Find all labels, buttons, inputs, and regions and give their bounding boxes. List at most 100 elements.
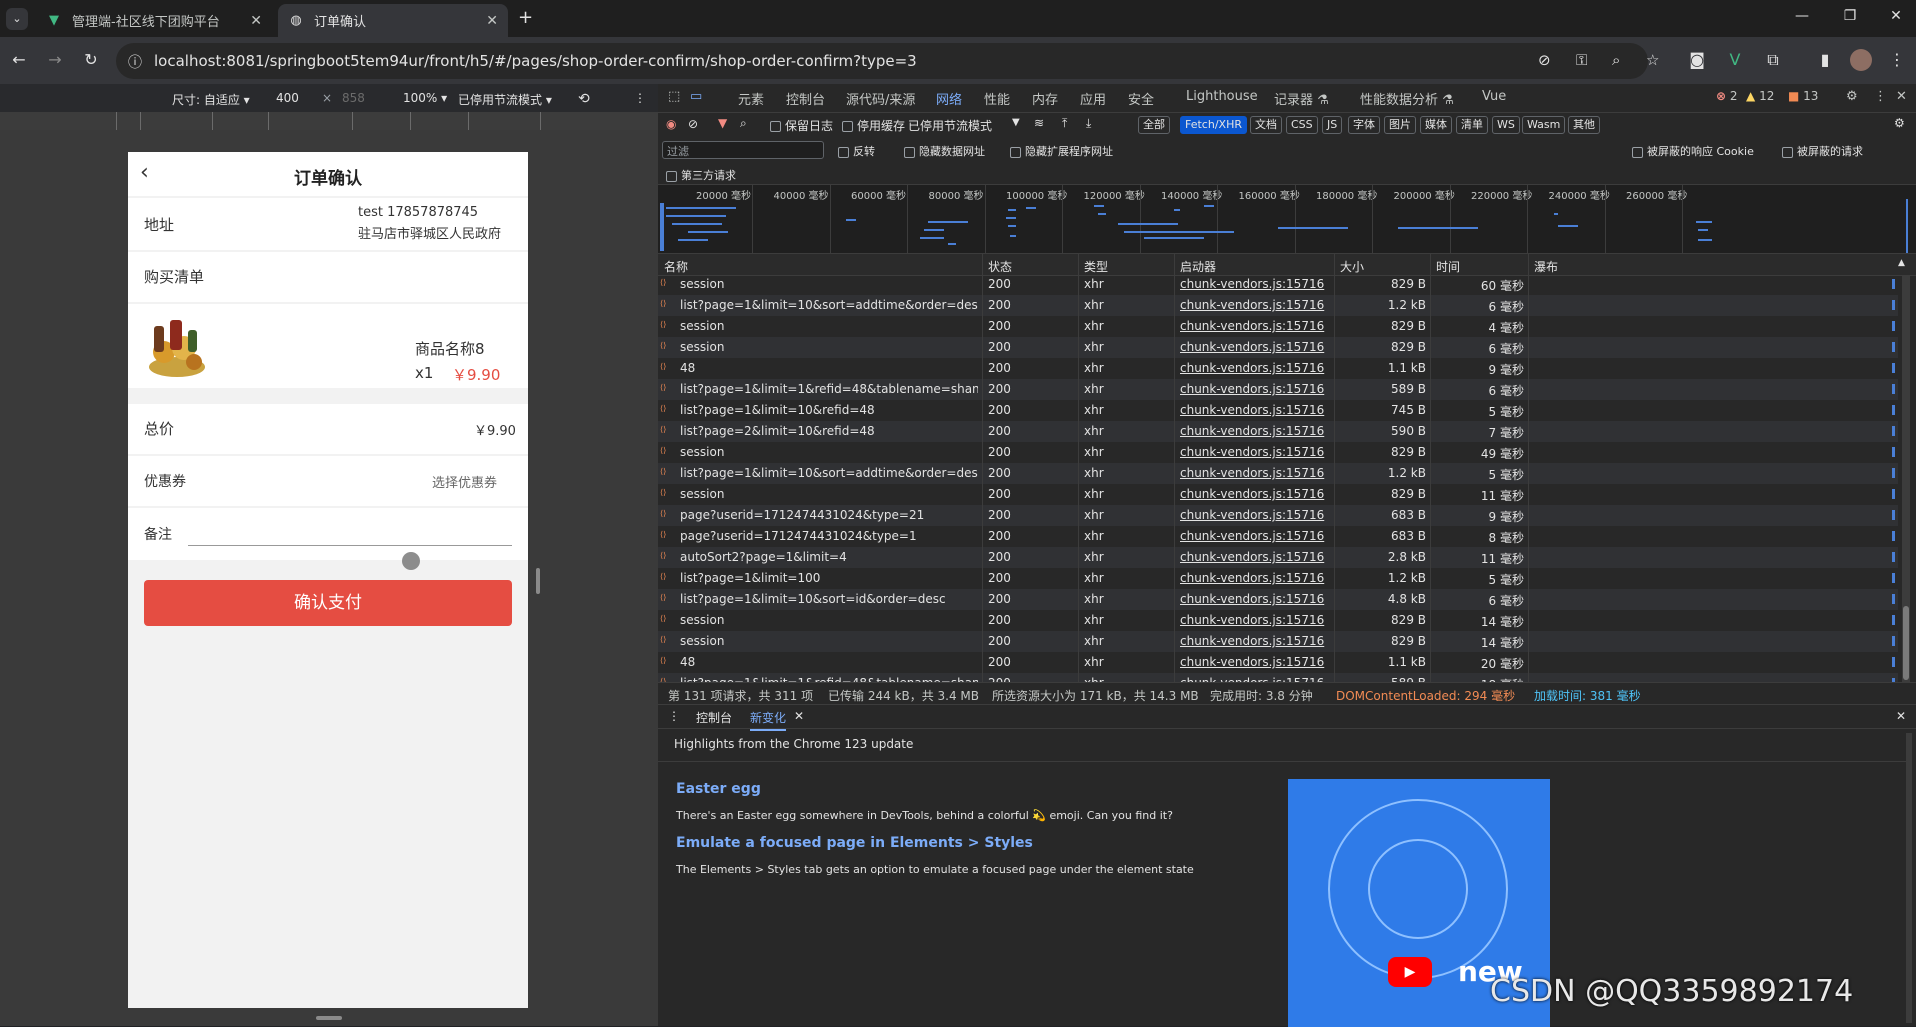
record-icon[interactable]: ◉ — [666, 117, 676, 131]
table-row[interactable]: list?page=1&limit=10&refid=48 ⟨⟩ 200 xhr chu… — [658, 400, 1898, 421]
blocked-cookies-checkbox[interactable]: 被屏蔽的响应 Cookie — [1632, 143, 1754, 159]
filter-input[interactable]: 过滤 — [662, 141, 824, 159]
type-filter-other[interactable]: 其他 — [1568, 116, 1600, 134]
width-input[interactable]: 400 — [276, 91, 299, 105]
table-row[interactable]: list?page=1&limit=10&sort=addtime&order=… — [658, 295, 1898, 316]
request-initiator[interactable]: chunk-vendors.js:15716 — [1180, 550, 1330, 564]
request-initiator[interactable]: chunk-vendors.js:15716 — [1180, 319, 1330, 333]
error-badge[interactable]: ⊗ 2 — [1716, 89, 1738, 103]
blocked-requests-checkbox[interactable]: 被屏蔽的请求 — [1782, 143, 1863, 159]
request-initiator[interactable]: chunk-vendors.js:15716 — [1180, 592, 1330, 606]
table-row[interactable]: session ⟨⟩ 200 xhr chunk-vendors.js:15716 829… — [658, 316, 1898, 337]
settings-icon[interactable]: ⚙ — [1846, 89, 1858, 104]
request-initiator[interactable]: chunk-vendors.js:15716 — [1180, 277, 1330, 291]
type-filter-js[interactable]: JS — [1322, 116, 1343, 134]
upload-icon[interactable]: ⤒ — [1062, 116, 1067, 131]
throttle-select[interactable]: 已停用节流模式 ▾ — [458, 91, 552, 108]
col-type[interactable]: 类型 — [1084, 258, 1108, 275]
extensions-icon[interactable]: ⧉ — [1762, 49, 1784, 71]
tab-perf-insights[interactable]: 性能数据分析 ⚗ — [1360, 89, 1454, 108]
close-icon[interactable]: ✕ — [486, 13, 498, 29]
request-initiator[interactable]: chunk-vendors.js:15716 — [1180, 487, 1330, 501]
download-icon[interactable]: ⤓ — [1086, 116, 1091, 131]
vue-devtools-icon[interactable]: V — [1724, 49, 1746, 71]
more-icon[interactable]: ⋮ — [1874, 89, 1887, 104]
resize-handle-right[interactable] — [536, 568, 540, 594]
easter-egg-link[interactable]: Easter egg — [676, 781, 761, 797]
avatar[interactable] — [1850, 49, 1872, 71]
clear-icon[interactable]: ⊘ — [688, 117, 698, 131]
table-row[interactable]: session ⟨⟩ 200 xhr chunk-vendors.js:15716 829… — [658, 276, 1898, 295]
wifi-icon[interactable]: ≋ — [1034, 116, 1044, 130]
hide-data-urls-checkbox[interactable]: 隐藏数据网址 — [904, 143, 985, 159]
request-initiator[interactable]: chunk-vendors.js:15716 — [1180, 634, 1330, 648]
minimize-icon[interactable]: — — [1792, 8, 1812, 24]
type-filter-doc[interactable]: 文档 — [1250, 116, 1282, 134]
type-filter-all[interactable]: 全部 — [1138, 116, 1170, 134]
close-icon[interactable]: ✕ — [794, 709, 804, 723]
site-info-icon[interactable]: ⓘ — [128, 52, 142, 72]
disable-cache-checkbox[interactable]: 停用缓存 — [842, 117, 905, 134]
request-initiator[interactable]: chunk-vendors.js:15716 — [1180, 529, 1330, 543]
back-icon[interactable]: ← — [8, 49, 30, 71]
col-status[interactable]: 状态 — [988, 258, 1012, 275]
invert-checkbox[interactable]: 反转 — [838, 143, 875, 159]
table-row[interactable]: session ⟨⟩ 200 xhr chunk-vendors.js:15716 829… — [658, 484, 1898, 505]
more-icon[interactable]: ⋮ — [634, 91, 646, 105]
type-filter-media[interactable]: 媒体 — [1420, 116, 1452, 134]
third-party-checkbox[interactable]: 第三方请求 — [666, 167, 736, 183]
table-row[interactable]: list?page=2&limit=10&refid=48 ⟨⟩ 200 xhr chu… — [658, 421, 1898, 442]
request-initiator[interactable]: chunk-vendors.js:15716 — [1180, 466, 1330, 480]
table-row[interactable]: autoSort2?page=1&limit=4 ⟨⟩ 200 xhr chunk-ve… — [658, 547, 1898, 568]
side-panel-icon[interactable]: ▮ — [1814, 49, 1836, 71]
type-filter-manifest[interactable]: 清单 — [1456, 116, 1488, 134]
tab-security[interactable]: 安全 — [1128, 89, 1154, 108]
type-filter-fetch-xhr[interactable]: Fetch/XHR — [1180, 116, 1247, 134]
resize-handle-bottom[interactable] — [316, 1016, 342, 1020]
type-filter-css[interactable]: CSS — [1286, 116, 1318, 134]
dimensions-select[interactable]: 尺寸: 自适应 ▾ — [172, 91, 250, 108]
scrollbar-thumb[interactable] — [1903, 606, 1909, 680]
table-row[interactable]: list?page=1&limit=1&refid=48&tablename=s… — [658, 379, 1898, 400]
close-drawer-icon[interactable]: ✕ — [1896, 709, 1906, 723]
new-tab-button[interactable]: + — [518, 7, 533, 28]
col-time[interactable]: 时间 — [1436, 258, 1460, 275]
table-row[interactable]: page?userid=1712474431024&type=21 ⟨⟩ 200 xh… — [658, 505, 1898, 526]
zoom-select[interactable]: 100% ▾ — [403, 91, 447, 105]
network-settings-icon[interactable]: ⚙ — [1894, 116, 1905, 130]
drawer-tab-whats-new[interactable]: 新变化 — [750, 709, 787, 731]
eye-off-icon[interactable]: ⊘ — [1538, 51, 1551, 69]
type-filter-font[interactable]: 字体 — [1348, 116, 1380, 134]
reload-icon[interactable]: ↻ — [80, 49, 102, 71]
request-initiator[interactable]: chunk-vendors.js:15716 — [1180, 403, 1330, 417]
preserve-log-checkbox[interactable]: 保留日志 — [770, 117, 833, 134]
incognito-icon[interactable]: ◙ — [1686, 49, 1708, 71]
col-initiator[interactable]: 启动器 — [1180, 258, 1216, 275]
warning-badge[interactable]: ▲ 12 — [1746, 89, 1774, 103]
address-row[interactable]: 地址 test 17857878745 驻马店市驿城区人民政府 — [128, 198, 528, 250]
key-icon[interactable]: ⚿ — [1576, 51, 1587, 69]
table-row[interactable]: list?page=1&limit=10&sort=id&order=desc ⟨… — [658, 589, 1898, 610]
inspect-icon[interactable]: ⬚ — [668, 89, 680, 104]
coupon-row[interactable]: 优惠券 选择优惠券 — [128, 456, 528, 506]
hide-ext-urls-checkbox[interactable]: 隐藏扩展程序网址 — [1010, 143, 1113, 159]
request-initiator[interactable]: chunk-vendors.js:15716 — [1180, 571, 1330, 585]
drawer-tab-console[interactable]: 控制台 — [696, 709, 732, 726]
tab-lighthouse[interactable]: Lighthouse — [1186, 89, 1258, 104]
chevron-down-icon[interactable]: ▼ — [1012, 117, 1020, 128]
rotate-icon[interactable]: ⟲ — [578, 91, 590, 107]
tab-elements[interactable]: 元素 — [738, 89, 764, 108]
address-bar[interactable]: ⓘ localhost:8081/springboot5tem94ur/fron… — [116, 43, 1659, 79]
tab-sources[interactable]: 源代码/来源 — [846, 89, 915, 108]
table-row[interactable]: session ⟨⟩ 200 xhr chunk-vendors.js:15716 829… — [658, 610, 1898, 631]
tab-performance[interactable]: 性能 — [984, 89, 1010, 108]
request-initiator[interactable]: chunk-vendors.js:15716 — [1180, 340, 1330, 354]
request-initiator[interactable]: chunk-vendors.js:15716 — [1180, 613, 1330, 627]
close-icon[interactable]: ✕ — [250, 13, 262, 29]
table-row[interactable]: list?page=1&limit=1&refid=48&tablename=s… — [658, 673, 1898, 682]
emulate-focused-link[interactable]: Emulate a focused page in Elements > Sty… — [676, 835, 1033, 851]
table-scrollbar[interactable] — [1902, 276, 1910, 682]
menu-icon[interactable]: ⋮ — [1886, 49, 1908, 71]
close-window-icon[interactable]: ✕ — [1886, 8, 1906, 24]
youtube-play-icon[interactable]: ▶ — [1388, 957, 1432, 987]
